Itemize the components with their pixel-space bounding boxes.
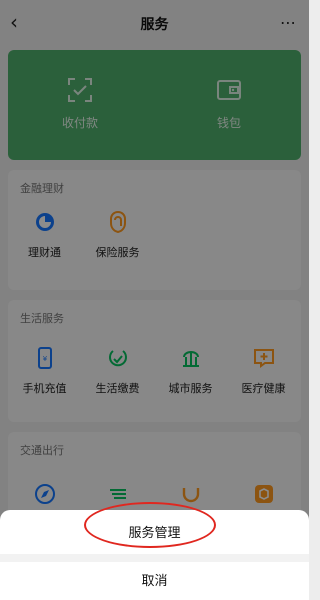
sheet-divider: [0, 554, 309, 562]
cancel-button[interactable]: 取消: [0, 570, 309, 589]
highlight-ellipse: [84, 502, 216, 548]
